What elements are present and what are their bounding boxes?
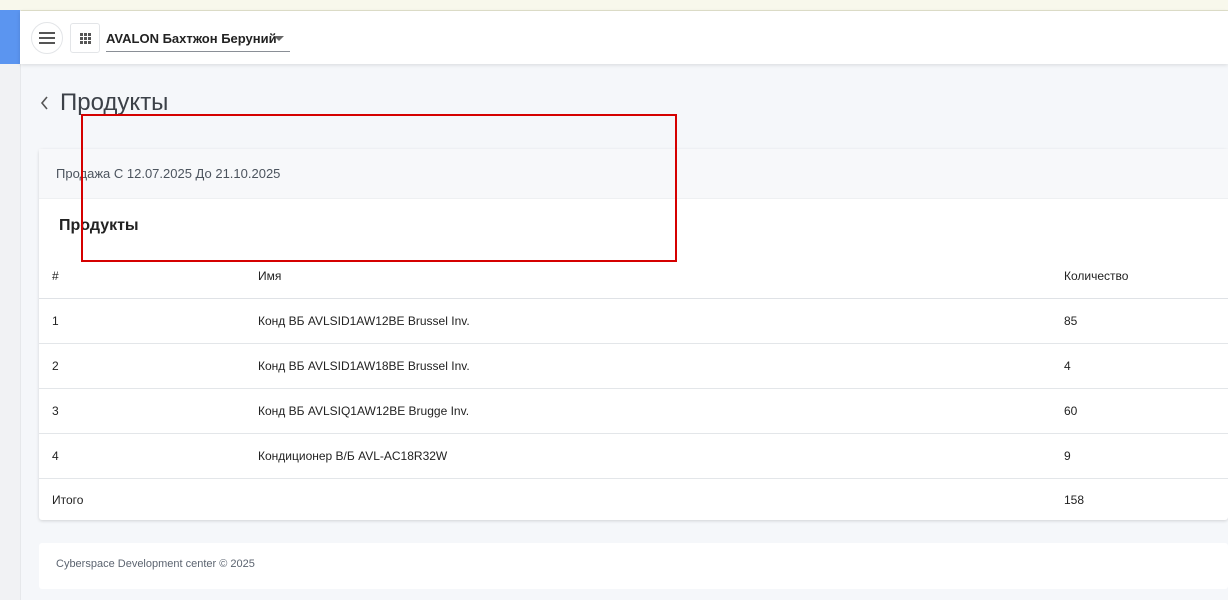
footer-copyright: Cyberspace Development center © 2025	[56, 558, 255, 570]
chevron-left-icon	[40, 96, 48, 110]
left-sidebar-rail	[0, 10, 21, 600]
row-quantity: 60	[1064, 388, 1228, 434]
report-period-bar: Продажа С 12.07.2025 До 21.10.2025	[39, 149, 1228, 199]
row-quantity: 4	[1064, 343, 1228, 389]
table-row: 3 Конд ВБ AVLSIQ1AW12BE Brugge Inv. 60	[39, 388, 1228, 434]
row-product-name: Конд ВБ AVLSID1AW12BE Brussel Inv.	[258, 298, 1064, 344]
row-number: 1	[39, 298, 258, 344]
column-header-name: Имя	[258, 253, 1064, 299]
table-row: 4 Кондиционер В/Б AVL-AC18R32W 9	[39, 433, 1228, 479]
table-row: 2 Конд ВБ AVLSID1AW18BE Brussel Inv. 4	[39, 343, 1228, 389]
row-quantity: 9	[1064, 433, 1228, 479]
total-spacer	[258, 479, 1064, 521]
menu-button[interactable]	[31, 22, 63, 54]
row-product-name: Конд ВБ AVLSID1AW18BE Brussel Inv.	[258, 343, 1064, 389]
page-title: Продукты	[60, 89, 169, 116]
apps-grid-icon	[79, 32, 91, 44]
page-footer: Cyberspace Development center © 2025	[39, 543, 1228, 589]
total-label: Итого	[52, 492, 84, 507]
total-quantity: 158	[1064, 492, 1085, 507]
column-header-quantity: Количество	[1064, 253, 1228, 299]
row-number: 4	[39, 433, 258, 479]
row-product-name: Кондиционер В/Б AVL-AC18R32W	[258, 433, 1064, 479]
column-header-number: #	[39, 253, 258, 299]
company-selector[interactable]: AVALON Бахтжон Беруний	[106, 25, 290, 52]
hamburger-menu-icon	[39, 32, 55, 44]
company-name: AVALON Бахтжон Беруний	[106, 30, 277, 46]
table-header-row: # Имя Количество	[39, 253, 1228, 299]
row-number: 3	[39, 388, 258, 434]
table-row: 1 Конд ВБ AVLSID1AW12BE Brussel Inv. 85	[39, 298, 1228, 344]
total-row: Итого 158	[39, 479, 1228, 521]
top-header: AVALON Бахтжон Беруний	[20, 11, 1228, 64]
report-period: Продажа С 12.07.2025 До 21.10.2025	[56, 166, 281, 181]
sidebar-accent	[0, 10, 20, 64]
apps-button[interactable]	[70, 23, 100, 53]
caret-down-icon	[274, 36, 284, 41]
browser-top-strip	[0, 0, 1228, 11]
table-title: Продукты	[59, 217, 139, 234]
row-product-name: Конд ВБ AVLSIQ1AW12BE Brugge Inv.	[258, 388, 1064, 434]
back-button[interactable]	[40, 93, 54, 113]
report-card: Продажа С 12.07.2025 До 21.10.2025 Проду…	[39, 149, 1228, 520]
page-header: Продукты	[40, 88, 168, 118]
row-quantity: 85	[1064, 298, 1228, 344]
products-table: # Имя Количество 1 Конд ВБ AVLSID1AW12BE…	[39, 253, 1228, 520]
row-number: 2	[39, 343, 258, 389]
